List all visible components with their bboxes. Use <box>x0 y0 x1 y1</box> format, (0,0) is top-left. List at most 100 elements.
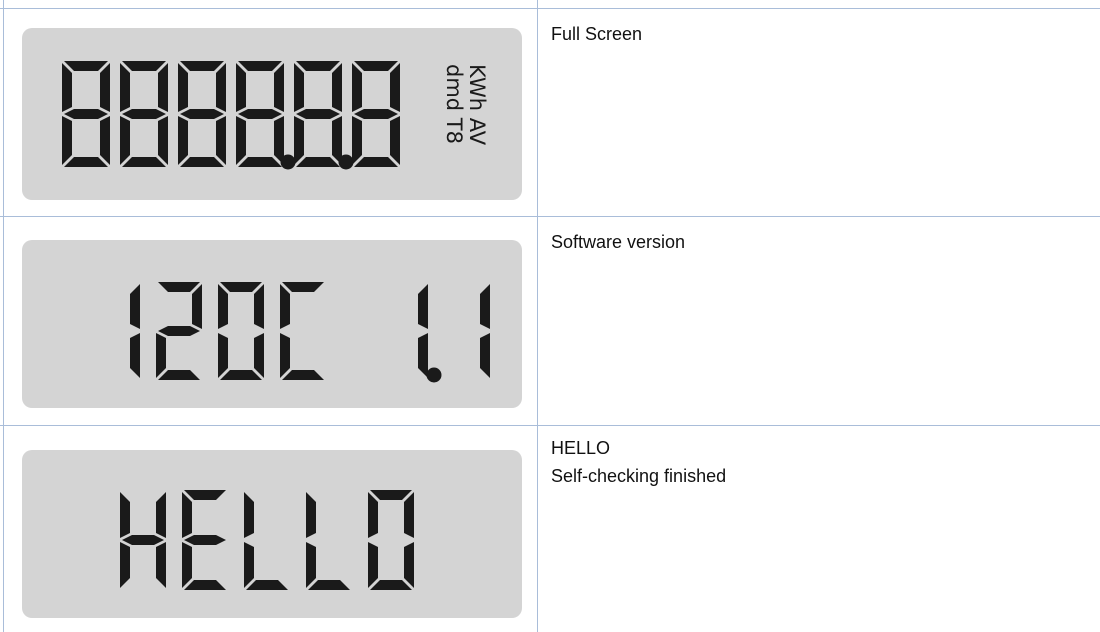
lcd-digit <box>130 284 140 378</box>
lcd-unit-label: KWh AV <box>465 64 489 146</box>
lcd-digit <box>352 61 400 167</box>
lcd-segment <box>158 282 200 292</box>
lcd-segment <box>158 370 200 380</box>
lcd-digit <box>120 61 168 167</box>
lcd-digits <box>130 282 490 383</box>
description-line: HELLO <box>551 438 611 458</box>
lcd-segment <box>370 490 412 500</box>
lcd-segment <box>158 63 168 112</box>
lcd-segment <box>480 284 490 329</box>
lcd-segment <box>216 116 226 165</box>
lcd-segment <box>354 109 398 119</box>
lcd-segment <box>308 580 350 590</box>
lcd-segment <box>354 157 398 167</box>
lcd-segment <box>280 333 290 378</box>
lcd-segment <box>306 492 316 538</box>
row-description: Software version <box>551 228 1071 256</box>
lcd-segment <box>180 109 224 119</box>
lcd-segment <box>368 492 378 538</box>
lcd-segment <box>120 492 130 538</box>
lcd-segment <box>274 63 284 112</box>
lcd-display <box>22 450 522 618</box>
lcd-segment <box>62 116 72 165</box>
lcd-segment <box>296 157 340 167</box>
lcd-segment <box>120 63 130 112</box>
lcd-segment <box>238 109 282 119</box>
description-line: Software version <box>551 232 686 252</box>
lcd-decimal-point <box>426 367 442 383</box>
lcd-segment <box>370 580 412 590</box>
lcd-segment <box>280 284 290 329</box>
lcd-unit-label: dmd T8 <box>442 64 466 144</box>
lcd-decimal-point <box>338 154 354 170</box>
lcd-segment <box>404 492 414 538</box>
lcd-digit <box>480 284 490 378</box>
table-row: KWh AV dmd T8 Full Screen <box>0 9 1100 216</box>
lcd-segment <box>100 116 110 165</box>
lcd-digit <box>62 61 110 167</box>
lcd-segment <box>294 116 304 165</box>
lcd-segment <box>332 63 342 112</box>
lcd-segment <box>64 61 108 71</box>
lcd-segment <box>246 580 288 590</box>
lcd-segment <box>244 492 254 538</box>
lcd-segment <box>236 116 246 165</box>
lcd-segment <box>122 535 164 545</box>
lcd-digits: KWh AVdmd T8 <box>62 61 489 170</box>
lcd-segment <box>178 116 188 165</box>
lcd-segment <box>352 63 362 112</box>
lcd-segment <box>184 580 226 590</box>
lcd-segment <box>254 333 264 378</box>
lcd-segment <box>254 284 264 329</box>
lcd-segment <box>282 282 324 292</box>
lcd-segment <box>122 61 166 71</box>
lcd-segment <box>404 542 414 588</box>
lcd-segment <box>296 61 340 71</box>
lcd-segment <box>220 282 262 292</box>
lcd-segment <box>100 63 110 112</box>
lcd-digit <box>236 61 284 167</box>
lcd-segment <box>368 542 378 588</box>
lcd-segment <box>122 109 166 119</box>
row-description: Full Screen <box>551 20 1071 48</box>
lcd-segment <box>178 63 188 112</box>
lcd-segment <box>156 492 166 538</box>
description-line: Full Screen <box>551 24 643 44</box>
lcd-segment <box>238 157 282 167</box>
lcd-segment <box>158 116 168 165</box>
lcd-digit <box>120 492 166 588</box>
lcd-segment <box>130 284 140 329</box>
lcd-digit <box>178 61 226 167</box>
lcd-segment <box>64 157 108 167</box>
lcd-segment <box>236 63 246 112</box>
lcd-segment <box>238 61 282 71</box>
lcd-segment <box>218 333 228 378</box>
lcd-digit <box>418 284 428 378</box>
lcd-segment <box>480 333 490 378</box>
lcd-segment <box>184 535 226 545</box>
lcd-segment <box>62 63 72 112</box>
lcd-digit <box>244 492 288 590</box>
lcd-segment <box>122 157 166 167</box>
lcd-segment <box>390 116 400 165</box>
lcd-segment <box>158 326 200 336</box>
lcd-segment <box>64 109 108 119</box>
lcd-digit <box>156 282 202 380</box>
lcd-segment <box>180 157 224 167</box>
lcd-segment <box>182 542 192 588</box>
lcd-segment <box>418 333 428 378</box>
row-description: HELLO Self-checking finished <box>551 434 1071 490</box>
lcd-display: KWh AV dmd T8 <box>22 28 522 200</box>
lcd-segment <box>192 284 202 329</box>
lcd-segment <box>180 61 224 71</box>
lcd-segment <box>282 370 324 380</box>
lcd-segment <box>244 542 254 588</box>
lcd-segment <box>216 63 226 112</box>
description-line: Self-checking finished <box>551 466 727 486</box>
lcd-segment <box>218 284 228 329</box>
lcd-digit <box>182 490 226 590</box>
lcd-segment <box>418 284 428 329</box>
lcd-segment <box>120 116 130 165</box>
lcd-decimal-point <box>280 154 296 170</box>
display-reference-table: KWh AV dmd T8 Full Screen Software versio… <box>0 0 1100 632</box>
